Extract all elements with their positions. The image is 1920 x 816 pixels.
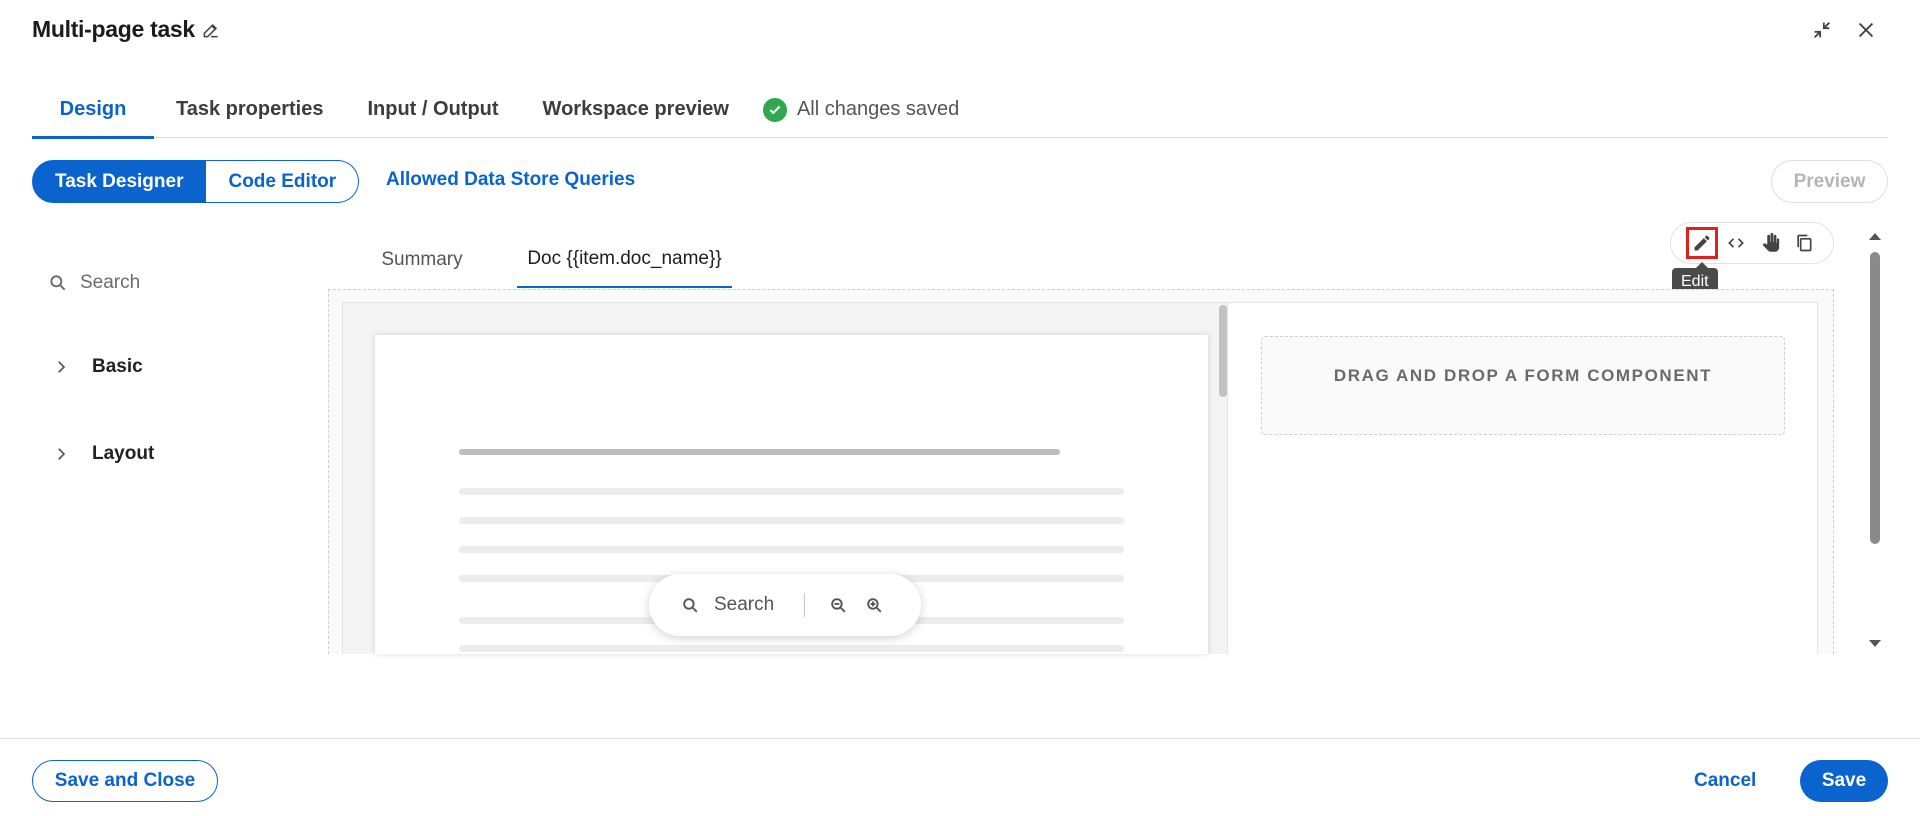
page-title: Multi-page task — [32, 16, 221, 43]
doc-text-line — [459, 645, 1124, 652]
copy-button[interactable] — [1791, 230, 1817, 256]
tab-doc[interactable]: Doc {{item.doc_name}} — [517, 232, 732, 288]
hand-icon — [1762, 232, 1780, 252]
drag-button[interactable] — [1757, 230, 1783, 256]
collapse-icon — [1814, 22, 1830, 38]
zoom-out-icon[interactable] — [829, 596, 848, 615]
scroll-up-icon[interactable] — [1867, 230, 1883, 242]
doc-text-line — [459, 517, 1124, 524]
palette-group-basic[interactable]: Basic — [52, 356, 143, 378]
save-status: All changes saved — [762, 97, 960, 122]
cancel-button[interactable]: Cancel — [1694, 770, 1756, 792]
code-icon — [1728, 238, 1744, 248]
tab-design[interactable]: Design — [32, 82, 154, 139]
form-dropzone[interactable]: DRAG AND DROP A FORM COMPONENT — [1261, 336, 1785, 435]
tab-workspace-preview[interactable]: Workspace preview — [521, 82, 751, 138]
save-button[interactable]: Save — [1800, 760, 1888, 802]
palette-group-layout[interactable]: Layout — [52, 443, 154, 465]
palette-search-placeholder: Search — [80, 272, 141, 293]
zoom-in-icon[interactable] — [865, 596, 884, 615]
tab-summary[interactable]: Summary — [372, 232, 472, 288]
collapse-button[interactable] — [1806, 14, 1838, 46]
main-tabs: Design Task properties Input / Output Wo… — [32, 82, 1888, 139]
scroll-down-icon[interactable] — [1867, 638, 1883, 650]
divider — [804, 593, 806, 617]
component-toolbar — [1670, 222, 1834, 264]
close-button[interactable] — [1850, 14, 1882, 46]
tab-input-output[interactable]: Input / Output — [345, 82, 520, 138]
doc-heading-line — [459, 449, 1060, 455]
document-search-bar: Search — [649, 574, 921, 636]
search-icon — [683, 597, 698, 613]
palette-group-label: Layout — [92, 443, 155, 464]
tab-task-properties[interactable]: Task properties — [154, 82, 345, 138]
task-designer-button[interactable]: Task Designer — [32, 160, 207, 203]
search-icon — [50, 275, 66, 291]
copy-icon — [1797, 234, 1812, 252]
code-button[interactable] — [1723, 230, 1749, 256]
edit-title-icon[interactable] — [201, 20, 221, 40]
check-circle-icon — [762, 97, 787, 122]
document-search-input[interactable]: Search — [714, 594, 774, 616]
palette-search[interactable]: Search — [48, 272, 140, 294]
doc-text-line — [459, 546, 1124, 553]
save-status-text: All changes saved — [796, 98, 960, 120]
pencil-icon — [1694, 235, 1710, 251]
palette-group-label: Basic — [92, 356, 143, 377]
code-editor-button[interactable]: Code Editor — [206, 160, 360, 203]
allowed-queries-link[interactable]: Allowed Data Store Queries — [386, 169, 635, 191]
edit-button[interactable] — [1686, 227, 1718, 259]
chevron-right-icon — [58, 448, 66, 460]
mode-switch: Task Designer Code Editor — [32, 160, 360, 203]
close-icon — [1858, 22, 1874, 38]
page-scrollbar-thumb[interactable] — [1870, 252, 1880, 544]
save-and-close-button[interactable]: Save and Close — [32, 760, 218, 802]
chevron-right-icon — [58, 361, 66, 373]
footer-divider — [0, 738, 1920, 739]
document-scrollbar[interactable] — [1219, 305, 1227, 397]
preview-button[interactable]: Preview — [1771, 160, 1888, 203]
title-text: Multi-page task — [32, 16, 195, 42]
doc-text-line — [459, 488, 1124, 495]
